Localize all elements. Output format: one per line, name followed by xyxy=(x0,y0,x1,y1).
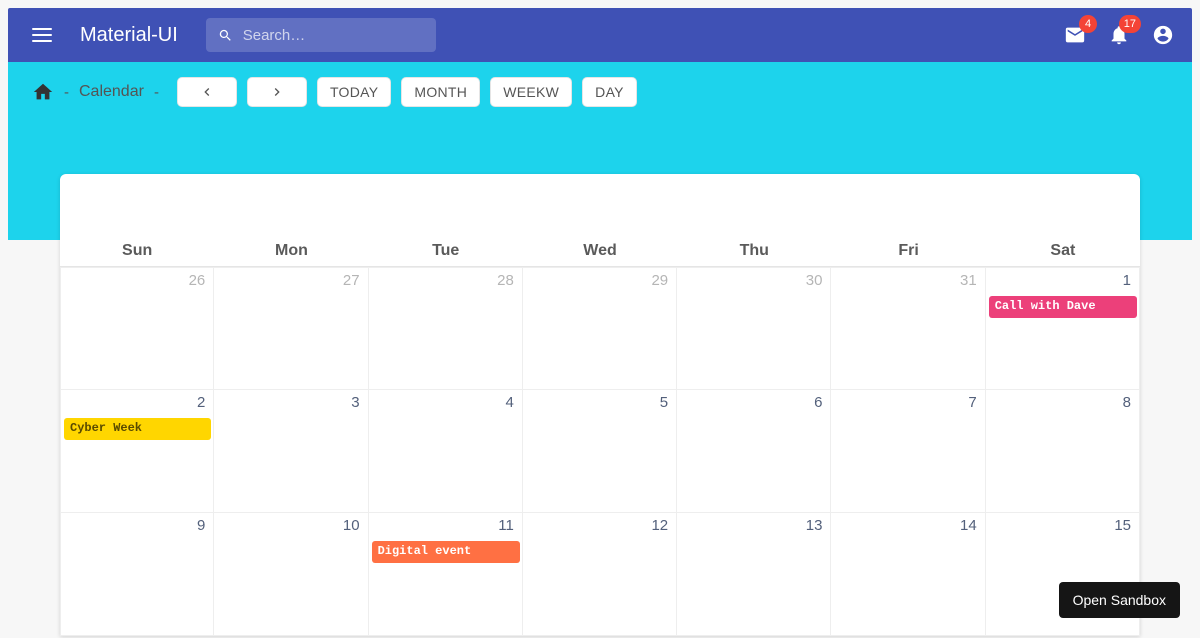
calendar-event[interactable]: Digital event xyxy=(372,541,520,563)
breadcrumb-sep: - xyxy=(64,84,69,101)
date-number: 15 xyxy=(1114,517,1131,534)
calendar-card: SunMonTueWedThuFriSat 2627282930311Call … xyxy=(60,174,1140,636)
date-number: 7 xyxy=(968,394,976,411)
date-number: 30 xyxy=(806,272,823,289)
calendar-cell[interactable]: 8 xyxy=(986,390,1140,513)
month-button[interactable]: MONTH xyxy=(401,77,480,107)
calendar-cell[interactable]: 5 xyxy=(523,390,677,513)
account-button[interactable] xyxy=(1152,24,1174,46)
breadcrumb-label[interactable]: Calendar xyxy=(79,83,144,101)
calendar-cell[interactable]: 30 xyxy=(677,267,831,390)
calendar-cell[interactable]: 11 Digital event xyxy=(369,513,523,636)
calendar-cell[interactable]: 10 xyxy=(214,513,368,636)
home-icon[interactable] xyxy=(32,81,54,103)
calendar-cell[interactable]: 14 xyxy=(831,513,985,636)
search-input[interactable] xyxy=(243,27,424,44)
breadcrumb-sep: - xyxy=(154,84,159,101)
calendar-cell[interactable]: 26 xyxy=(60,267,214,390)
search-icon xyxy=(218,27,233,44)
date-number: 29 xyxy=(651,272,668,289)
day-header: Sat xyxy=(986,242,1140,260)
calendar-cell[interactable]: 13 xyxy=(677,513,831,636)
toolbar: - Calendar - TODAY MONTH WEEKW DAY xyxy=(8,62,1192,107)
day-header: Wed xyxy=(523,242,677,260)
open-sandbox-button[interactable]: Open Sandbox xyxy=(1059,582,1180,618)
day-header: Tue xyxy=(369,242,523,260)
calendar-cell[interactable]: 2 Cyber Week xyxy=(60,390,214,513)
day-header: Thu xyxy=(677,242,831,260)
date-number: 11 xyxy=(498,517,514,534)
calendar-cell[interactable]: 31 xyxy=(831,267,985,390)
calendar-day-header: SunMonTueWedThuFriSat xyxy=(60,242,1140,267)
next-button[interactable] xyxy=(247,77,307,107)
calendar-cell[interactable]: 27 xyxy=(214,267,368,390)
calendar-cell[interactable]: 3 xyxy=(214,390,368,513)
date-number: 9 xyxy=(197,517,205,534)
today-button[interactable]: TODAY xyxy=(317,77,391,107)
date-number: 31 xyxy=(960,272,977,289)
appbar: Material-UI 4 17 xyxy=(8,8,1192,62)
date-number: 13 xyxy=(806,517,823,534)
calendar-cell[interactable]: 12 xyxy=(523,513,677,636)
date-number: 12 xyxy=(651,517,668,534)
day-header: Sun xyxy=(60,242,214,260)
calendar-cell[interactable]: 29 xyxy=(523,267,677,390)
search-box[interactable] xyxy=(206,18,436,52)
date-number: 28 xyxy=(497,272,514,289)
mail-badge: 4 xyxy=(1079,15,1097,33)
notifications-badge: 17 xyxy=(1119,15,1141,33)
mail-button[interactable]: 4 xyxy=(1064,24,1086,46)
menu-icon[interactable] xyxy=(26,22,58,48)
prev-button[interactable] xyxy=(177,77,237,107)
date-number: 3 xyxy=(351,394,359,411)
calendar-cell[interactable]: 1 Call with Dave xyxy=(986,267,1140,390)
calendar-cell[interactable]: 28 xyxy=(369,267,523,390)
date-number: 5 xyxy=(660,394,668,411)
calendar-event[interactable]: Cyber Week xyxy=(64,418,211,440)
date-number: 8 xyxy=(1123,394,1131,411)
day-header: Fri xyxy=(831,242,985,260)
chevron-left-icon xyxy=(199,84,215,100)
date-number: 1 xyxy=(1123,272,1131,289)
calendar-cell[interactable]: 9 xyxy=(60,513,214,636)
calendar-cell[interactable]: 4 xyxy=(369,390,523,513)
calendar-grid: 26 27 28 29 30 31 1 Call with Dave 2 Cyber Week 3 4… xyxy=(60,267,1140,636)
date-number: 14 xyxy=(960,517,977,534)
date-number: 27 xyxy=(343,272,360,289)
notifications-button[interactable]: 17 xyxy=(1108,24,1130,46)
day-button[interactable]: DAY xyxy=(582,77,637,107)
date-number: 10 xyxy=(343,517,360,534)
date-number: 6 xyxy=(814,394,822,411)
chevron-right-icon xyxy=(269,84,285,100)
calendar-cell[interactable]: 7 xyxy=(831,390,985,513)
account-icon xyxy=(1152,24,1174,46)
date-number: 2 xyxy=(197,394,205,411)
calendar-event[interactable]: Call with Dave xyxy=(989,296,1137,318)
brand-title: Material-UI xyxy=(80,24,178,47)
date-number: 4 xyxy=(506,394,514,411)
date-number: 26 xyxy=(189,272,206,289)
day-header: Mon xyxy=(214,242,368,260)
week-button[interactable]: WEEKW xyxy=(490,77,572,107)
calendar-cell[interactable]: 6 xyxy=(677,390,831,513)
